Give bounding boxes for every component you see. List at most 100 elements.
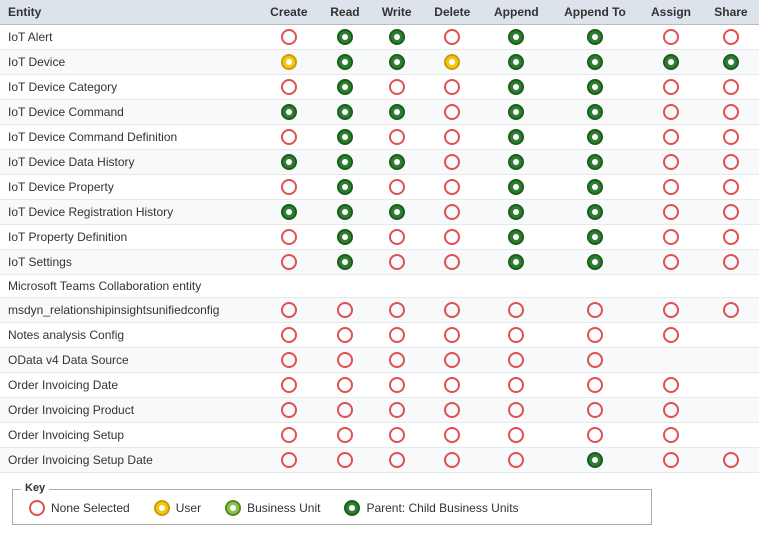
circle-none	[389, 129, 405, 145]
perm-cell-delete	[423, 298, 482, 323]
circle-none	[389, 327, 405, 343]
perm-cell-appendto	[551, 25, 639, 50]
perm-cell-append	[482, 175, 551, 200]
circle-none	[389, 402, 405, 418]
circle-none	[508, 302, 524, 318]
perm-cell-read	[319, 100, 371, 125]
entity-name: IoT Alert	[0, 25, 259, 50]
perm-cell-share	[703, 150, 759, 175]
circle-green	[337, 154, 353, 170]
perm-cell-write	[371, 25, 423, 50]
perm-cell-append	[482, 423, 551, 448]
perm-cell-read	[319, 348, 371, 373]
perm-cell-share	[703, 225, 759, 250]
circle-none	[663, 79, 679, 95]
circle-none	[444, 104, 460, 120]
entity-name: OData v4 Data Source	[0, 348, 259, 373]
circle-none	[281, 377, 297, 393]
entity-name: IoT Property Definition	[0, 225, 259, 250]
entity-name: msdyn_relationshipinsightsunifiedconfig	[0, 298, 259, 323]
circle-none	[337, 427, 353, 443]
circle-none	[281, 79, 297, 95]
perm-cell-read	[319, 50, 371, 75]
circle-none	[337, 452, 353, 468]
perm-cell-create	[259, 150, 320, 175]
perm-cell-delete	[423, 25, 482, 50]
circle-green	[587, 254, 603, 270]
perm-cell-assign	[639, 125, 703, 150]
key-circle-green	[344, 500, 360, 516]
entity-name: IoT Device Command	[0, 100, 259, 125]
perm-cell-create	[259, 50, 320, 75]
circle-none	[281, 402, 297, 418]
circle-none	[444, 129, 460, 145]
circle-none	[508, 427, 524, 443]
circle-none	[663, 129, 679, 145]
circle-none	[663, 327, 679, 343]
circle-none	[337, 302, 353, 318]
circle-green	[337, 179, 353, 195]
perm-cell-read	[319, 125, 371, 150]
entity-name: IoT Device Registration History	[0, 200, 259, 225]
entity-name: Order Invoicing Product	[0, 398, 259, 423]
table-row: msdyn_relationshipinsightsunifiedconfig	[0, 298, 759, 323]
perm-cell-write	[371, 298, 423, 323]
circle-green	[389, 154, 405, 170]
perm-cell-delete	[423, 75, 482, 100]
circle-none	[444, 327, 460, 343]
perm-cell-write	[371, 275, 423, 298]
circle-green	[587, 204, 603, 220]
perm-cell-create	[259, 348, 320, 373]
perm-cell-delete	[423, 125, 482, 150]
entity-name: Microsoft Teams Collaboration entity	[0, 275, 259, 298]
circle-none	[281, 427, 297, 443]
perm-cell-share	[703, 200, 759, 225]
circle-yellow	[281, 54, 297, 70]
perm-cell-delete	[423, 373, 482, 398]
perm-cell-read	[319, 175, 371, 200]
circle-none	[723, 179, 739, 195]
circle-green	[508, 79, 524, 95]
main-container: EntityCreateReadWriteDeleteAppendAppend …	[0, 0, 759, 533]
circle-none	[587, 377, 603, 393]
perm-cell-read	[319, 275, 371, 298]
entity-name: IoT Device Property	[0, 175, 259, 200]
entity-name: Order Invoicing Setup	[0, 423, 259, 448]
key-item: Parent: Child Business Units	[344, 500, 518, 516]
perm-cell-share	[703, 250, 759, 275]
perm-cell-append	[482, 250, 551, 275]
circle-none	[281, 327, 297, 343]
perm-cell-create	[259, 75, 320, 100]
column-header-entity: Entity	[0, 0, 259, 25]
perm-cell-append	[482, 75, 551, 100]
perm-cell-assign	[639, 100, 703, 125]
perm-cell-create	[259, 448, 320, 473]
perm-cell-write	[371, 250, 423, 275]
circle-none	[723, 154, 739, 170]
circle-none	[663, 452, 679, 468]
perm-cell-assign	[639, 323, 703, 348]
circle-green	[587, 452, 603, 468]
table-row: IoT Property Definition	[0, 225, 759, 250]
perm-cell-appendto	[551, 323, 639, 348]
circle-none	[337, 402, 353, 418]
circle-none	[508, 452, 524, 468]
table-row: IoT Device Registration History	[0, 200, 759, 225]
perm-cell-delete	[423, 398, 482, 423]
key-item-label: User	[176, 501, 201, 515]
circle-none	[389, 427, 405, 443]
perm-cell-assign	[639, 25, 703, 50]
circle-none	[508, 377, 524, 393]
circle-green	[337, 54, 353, 70]
circle-green	[663, 54, 679, 70]
circle-green	[337, 104, 353, 120]
perm-cell-create	[259, 250, 320, 275]
column-header-share: Share	[703, 0, 759, 25]
perm-cell-read	[319, 250, 371, 275]
circle-none	[723, 254, 739, 270]
circle-none	[663, 254, 679, 270]
column-header-delete: Delete	[423, 0, 482, 25]
circle-none	[389, 377, 405, 393]
circle-green	[389, 204, 405, 220]
column-header-assign: Assign	[639, 0, 703, 25]
